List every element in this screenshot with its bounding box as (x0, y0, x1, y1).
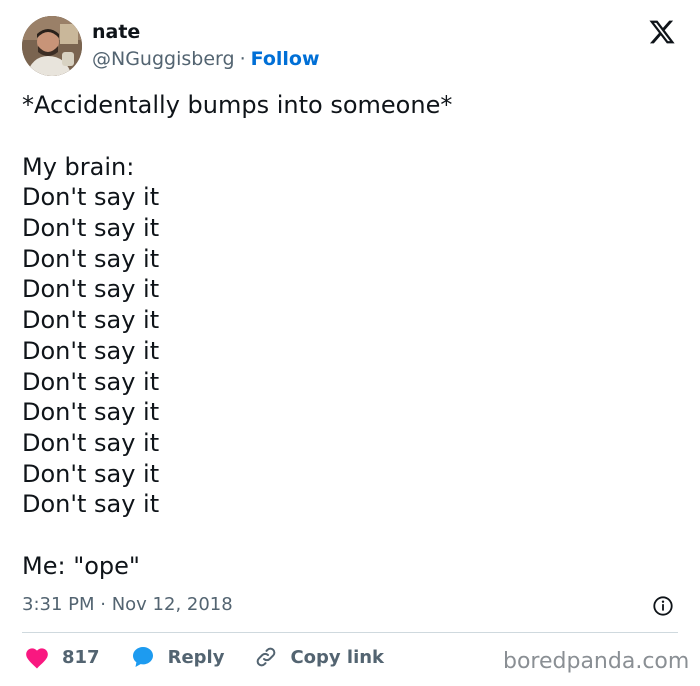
copy-link-label: Copy link (290, 646, 385, 668)
avatar[interactable] (22, 16, 82, 76)
tweet-line: Don't say it (22, 367, 160, 396)
tweet-line: Don't say it (22, 428, 160, 457)
copy-link-button[interactable]: Copy link (254, 645, 384, 669)
timestamp-link[interactable]: 3:31 PM · Nov 12, 2018 (22, 594, 233, 615)
tweet-header: nate @NGuggisberg · Follow (22, 16, 320, 76)
info-icon[interactable] (652, 595, 674, 617)
tweet-line: Don't say it (22, 214, 160, 243)
tweet-line: Don't say it (22, 459, 160, 488)
link-icon (257, 647, 276, 667)
user-meta: nate @NGuggisberg · Follow (92, 21, 320, 71)
heart-icon (26, 648, 48, 669)
tweet-line: My brain: (22, 152, 135, 181)
action-bar: 817 Reply Copy link (24, 645, 414, 669)
tweet-text: *Accidentally bumps into someone* My brai… (22, 90, 672, 582)
user-handle[interactable]: @NGuggisberg (92, 48, 235, 70)
reply-button[interactable]: Reply (130, 645, 225, 669)
tweet-line: Don't say it (22, 490, 160, 519)
display-name[interactable]: nate (92, 21, 320, 43)
watermark: boredpanda.com (503, 649, 690, 674)
handle-row: @NGuggisberg · Follow (92, 47, 320, 71)
tweet-line: Don't say it (22, 275, 160, 304)
follow-button[interactable]: Follow (251, 48, 320, 70)
like-count: 817 (62, 646, 100, 668)
separator-dot: · (239, 48, 246, 70)
speech-bubble-icon (132, 647, 153, 667)
tweet-line: Don't say it (22, 398, 160, 427)
tweet-line: Don't say it (22, 244, 160, 273)
reply-label: Reply (167, 646, 225, 668)
tweet-line: Don't say it (22, 183, 160, 212)
divider (22, 632, 678, 633)
tweet-line: Don't say it (22, 306, 160, 335)
x-logo-icon[interactable] (648, 18, 676, 46)
tweet-line: Don't say it (22, 336, 160, 365)
like-button[interactable]: 817 (24, 645, 100, 669)
tweet-line: *Accidentally bumps into someone* (22, 91, 453, 119)
tweet-line: Me: "ope" (22, 551, 140, 580)
